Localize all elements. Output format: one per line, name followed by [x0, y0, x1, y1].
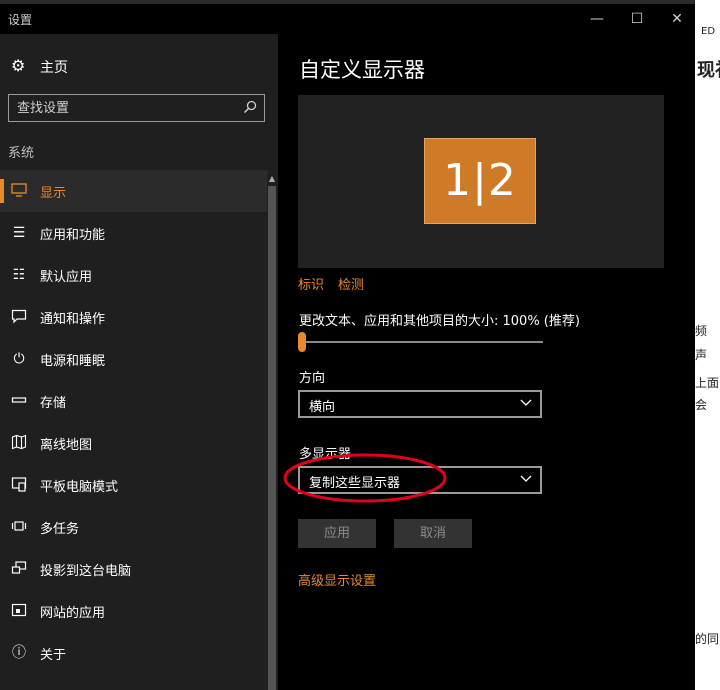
scrollbar-thumb[interactable] — [268, 186, 276, 690]
scale-slider[interactable] — [298, 332, 544, 352]
sidebar-item-label: 多任务 — [40, 522, 80, 537]
sidebar-item-about[interactable]: ⓘ 关于 — [0, 632, 268, 674]
preview-links: 标识 检测 — [298, 274, 364, 293]
sidebar-item-label: 应用和功能 — [40, 228, 106, 243]
slider-thumb[interactable] — [298, 332, 306, 352]
advanced-display-settings-link[interactable]: 高级显示设置 — [298, 570, 376, 589]
orientation-value: 横向 — [309, 400, 336, 415]
settings-window: 设置 — ☐ ✕ ⚙ 主页 系统 显示 ☰ 应用 — [0, 4, 695, 690]
sidebar-item-apps-for-websites[interactable]: 网站的应用 — [0, 590, 268, 632]
sidebar-item-label: 默认应用 — [40, 270, 93, 285]
section-label: 系统 — [8, 146, 35, 161]
search-icon[interactable] — [243, 100, 257, 114]
orientation-dropdown[interactable]: 横向 — [298, 390, 542, 418]
search-input[interactable] — [17, 98, 232, 118]
sidebar-item-offline-maps[interactable]: 离线地图 — [0, 422, 268, 464]
monitor-tile[interactable]: 1|2 — [424, 138, 536, 224]
storage-icon — [10, 392, 28, 410]
apps-list-icon: ☰ — [12, 225, 26, 241]
sidebar-item-label: 电源和睡眠 — [40, 354, 106, 369]
search-box — [8, 94, 265, 122]
map-icon — [10, 434, 28, 452]
background-text: 上面 — [695, 376, 720, 390]
power-icon: ⏻ — [13, 351, 25, 367]
sidebar-nav: 显示 ☰ 应用和功能 ☷ 默认应用 通知和操作 ⏻ 电源和睡眠 存储 离线地图 … — [0, 170, 268, 674]
notification-icon — [10, 308, 28, 326]
sidebar-item-notifications[interactable]: 通知和操作 — [0, 296, 268, 338]
chevron-down-icon — [520, 475, 532, 482]
detect-link[interactable]: 检测 — [338, 278, 364, 293]
sidebar-item-project-to-pc[interactable]: 投影到这台电脑 — [0, 548, 268, 590]
sidebar-item-label: 关于 — [40, 648, 67, 663]
sidebar-item-display[interactable]: 显示 — [0, 170, 268, 212]
sidebar: ⚙ 主页 系统 显示 ☰ 应用和功能 ☷ 默认应 — [0, 34, 278, 690]
project-icon — [10, 560, 28, 578]
scale-label: 更改文本、应用和其他项目的大小: 100% (推荐) — [299, 314, 580, 329]
sidebar-item-label: 显示 — [40, 186, 67, 201]
apply-button[interactable]: 应用 — [298, 519, 376, 548]
background-text: 现礼 — [697, 60, 720, 81]
sidebar-item-label: 存储 — [40, 396, 67, 411]
cancel-button[interactable]: 取消 — [394, 519, 472, 548]
sidebar-item-storage[interactable]: 存储 — [0, 380, 268, 422]
sidebar-item-label: 网站的应用 — [40, 606, 106, 621]
sidebar-item-default-apps[interactable]: ☷ 默认应用 — [0, 254, 268, 296]
multitask-icon — [10, 518, 28, 536]
close-button[interactable]: ✕ — [657, 8, 695, 30]
sidebar-item-label: 离线地图 — [40, 438, 93, 453]
web-apps-icon — [10, 602, 28, 620]
sidebar-item-label: 平板电脑模式 — [40, 480, 119, 495]
red-circle-annotation — [283, 453, 447, 503]
identify-link[interactable]: 标识 — [298, 278, 324, 293]
sidebar-item-label: 主页 — [40, 60, 68, 76]
sidebar-item-tablet-mode[interactable]: 平板电脑模式 — [0, 464, 268, 506]
background-text: ED — [701, 26, 716, 37]
background-text: 的同 — [695, 632, 720, 646]
sidebar-item-multitasking[interactable]: 多任务 — [0, 506, 268, 548]
scroll-up-icon[interactable]: ▲ — [268, 174, 276, 183]
tablet-mode-icon — [10, 476, 28, 494]
default-apps-icon: ☷ — [12, 267, 26, 283]
background-text: 会 — [695, 398, 708, 412]
sidebar-scrollbar[interactable]: ▲ — [267, 174, 277, 690]
sidebar-item-home[interactable]: ⚙ 主页 — [0, 54, 270, 80]
window-title: 设置 — [8, 13, 33, 27]
page-title: 自定义显示器 — [299, 58, 425, 82]
sidebar-item-label: 通知和操作 — [40, 312, 106, 327]
sidebar-item-label: 投影到这台电脑 — [40, 564, 132, 579]
background-text: 频 — [695, 324, 708, 338]
background-text: 声 — [695, 348, 708, 362]
title-bar: 设置 — ☐ ✕ — [0, 4, 695, 34]
minimize-button[interactable]: — — [577, 8, 617, 30]
sidebar-item-power-sleep[interactable]: ⏻ 电源和睡眠 — [0, 338, 268, 380]
display-preview: 1|2 — [298, 95, 664, 268]
chevron-down-icon — [520, 399, 532, 406]
info-icon: ⓘ — [12, 645, 26, 661]
gear-icon: ⚙ — [11, 56, 26, 75]
orientation-label: 方向 — [299, 371, 326, 386]
sidebar-item-apps-features[interactable]: ☰ 应用和功能 — [0, 212, 268, 254]
monitor-icon — [10, 182, 28, 200]
maximize-button[interactable]: ☐ — [617, 8, 657, 30]
background-browser-page: 现礼 ED 频 声 上面 会 的同 — [695, 0, 720, 690]
slider-track — [298, 341, 543, 343]
